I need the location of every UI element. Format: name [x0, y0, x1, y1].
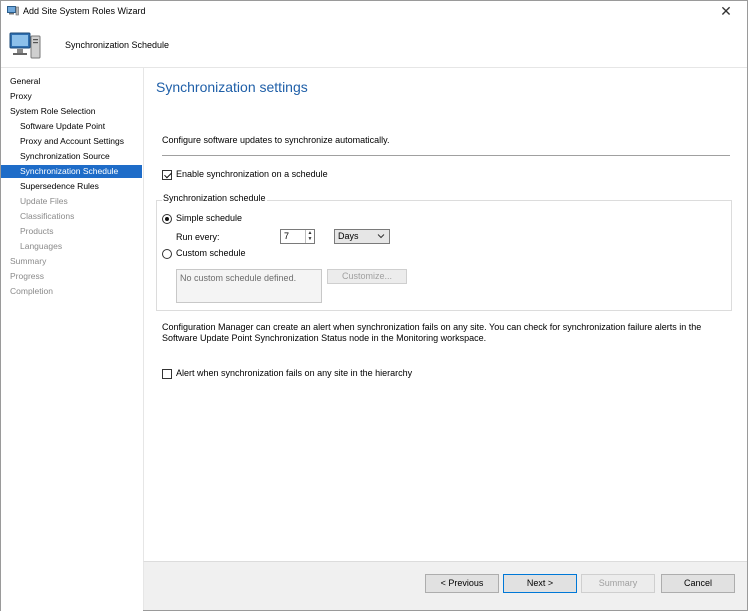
simple-schedule-radio[interactable] — [162, 214, 172, 224]
close-icon[interactable]: ✕ — [709, 1, 743, 21]
nav-item-proxy-account-settings[interactable]: Proxy and Account Settings — [20, 135, 124, 148]
sync-schedule-group-title: Synchronization schedule — [162, 193, 267, 203]
page-title: Synchronization settings — [156, 79, 308, 95]
nav-item-products: Products — [20, 226, 54, 236]
nav-item-general[interactable]: General — [10, 75, 40, 88]
page-description: Configure software updates to synchroniz… — [162, 135, 390, 145]
nav-item-update-files: Update Files — [20, 196, 68, 206]
separator — [162, 155, 730, 156]
stepper-down-icon[interactable]: ▼ — [306, 236, 314, 242]
custom-schedule-display: No custom schedule defined. — [176, 269, 322, 303]
wizard-header: Synchronization Schedule — [1, 23, 747, 67]
enable-sync-label: Enable synchronization on a schedule — [176, 169, 328, 179]
window-title: Add Site System Roles Wizard — [23, 6, 146, 16]
wizard-footer: < Previous Next > Summary Cancel — [143, 561, 747, 610]
custom-schedule-radio[interactable] — [162, 249, 172, 259]
title-bar: Add Site System Roles Wizard ✕ — [1, 1, 747, 23]
nav-item-languages: Languages — [20, 241, 63, 251]
custom-schedule-label: Custom schedule — [176, 248, 246, 258]
wizard-step-nav: General Proxy System Role Selection Soft… — [1, 67, 143, 611]
wizard-computer-icon — [7, 6, 19, 16]
cancel-button[interactable]: Cancel — [661, 574, 735, 593]
custom-schedule-text: No custom schedule defined. — [180, 273, 297, 283]
alert-checkbox[interactable] — [162, 369, 172, 379]
alert-label: Alert when synchronization fails on any … — [176, 368, 413, 378]
main-content: Synchronization settings Configure softw… — [143, 67, 747, 561]
chevron-down-icon — [377, 234, 385, 239]
nav-item-progress: Progress — [10, 271, 45, 281]
enable-sync-checkbox[interactable] — [162, 170, 172, 180]
stepper-buttons: ▲ ▼ — [305, 230, 314, 243]
nav-item-completion: Completion — [10, 286, 53, 296]
alert-note-line-2: Software Update Point Synchronization St… — [162, 333, 487, 343]
customize-button[interactable]: Customize... — [327, 269, 407, 284]
nav-item-system-role-selection[interactable]: System Role Selection — [10, 105, 96, 118]
next-button[interactable]: Next > — [503, 574, 577, 593]
interval-unit-select[interactable]: Days — [334, 229, 390, 244]
previous-button[interactable]: < Previous — [425, 574, 499, 593]
nav-item-synchronization-schedule[interactable]: Synchronization Schedule — [1, 165, 142, 178]
page-step-title: Synchronization Schedule — [65, 40, 170, 50]
run-every-label: Run every: — [176, 232, 220, 242]
nav-item-proxy[interactable]: Proxy — [10, 90, 32, 103]
interval-unit-value: Days — [338, 231, 359, 241]
nav-item-software-update-point[interactable]: Software Update Point — [20, 120, 105, 133]
run-every-value: 7 — [284, 231, 290, 241]
computer-monitor-icon — [9, 32, 41, 59]
wizard-window: Add Site System Roles Wizard ✕ Synchroni… — [0, 0, 748, 611]
nav-item-summary: Summary — [10, 256, 47, 266]
nav-item-classifications: Classifications — [20, 211, 75, 221]
nav-item-supersedence-rules[interactable]: Supersedence Rules — [20, 180, 99, 193]
alert-note-line-1: Configuration Manager can create an aler… — [162, 322, 702, 332]
simple-schedule-label: Simple schedule — [176, 213, 243, 223]
run-every-stepper[interactable]: 7 ▲ ▼ — [280, 229, 315, 244]
nav-item-synchronization-source[interactable]: Synchronization Source — [20, 150, 110, 163]
summary-button[interactable]: Summary — [581, 574, 655, 593]
